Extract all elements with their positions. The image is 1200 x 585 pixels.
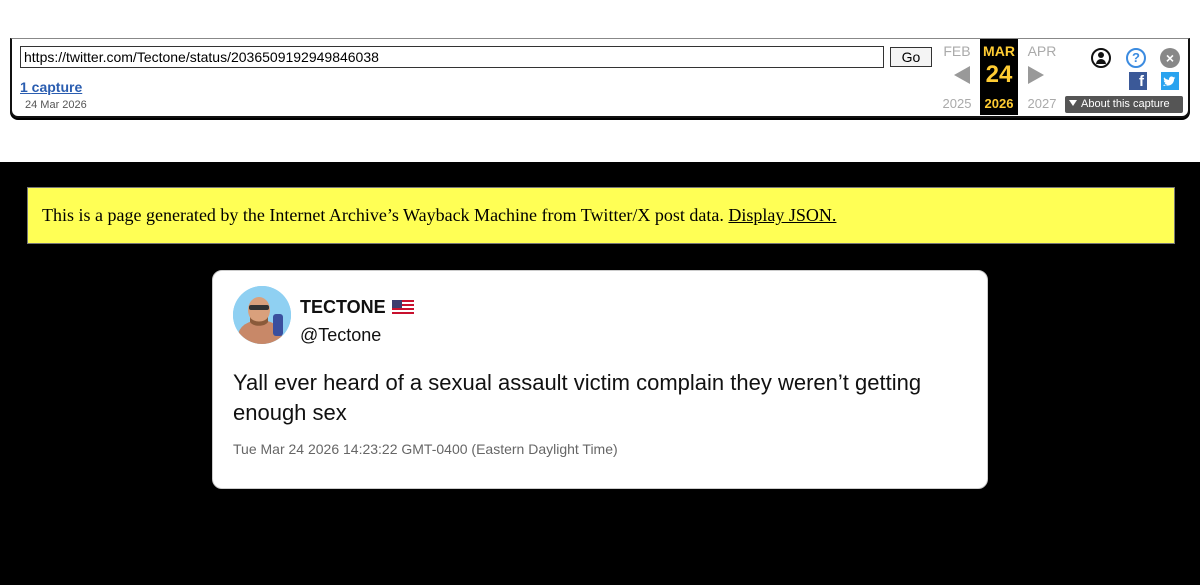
user-handle[interactable]: @Tectone	[300, 325, 381, 346]
avatar[interactable]	[233, 286, 291, 344]
facebook-icon[interactable]: f	[1129, 72, 1147, 90]
user-icon[interactable]	[1091, 48, 1111, 68]
url-input[interactable]	[20, 46, 884, 68]
tweet-text: Yall ever heard of a sexual assault vict…	[233, 370, 922, 425]
go-button[interactable]: Go	[890, 47, 932, 67]
tweet-card: TECTONE @Tectone Yall ever heard of a se…	[212, 270, 988, 489]
next-capture-arrow-icon[interactable]	[1028, 66, 1044, 84]
archive-notice-banner: This is a page generated by the Internet…	[27, 187, 1175, 244]
dropdown-triangle-icon	[1069, 100, 1077, 106]
tweet-timestamp: Tue Mar 24 2026 14:23:22 GMT-0400 (Easte…	[233, 441, 618, 457]
current-year-label: 2026	[984, 96, 1014, 111]
captures-date: 24 Mar 2026	[25, 99, 87, 111]
prev-year-label[interactable]: 2025	[937, 96, 977, 111]
notice-text: This is a page generated by the Internet…	[42, 205, 724, 225]
about-capture-button[interactable]: About this capture	[1065, 96, 1183, 113]
current-day-label: 24	[985, 61, 1013, 88]
us-flag-icon	[391, 298, 414, 314]
twitter-icon[interactable]	[1161, 72, 1179, 90]
about-capture-label: About this capture	[1081, 98, 1170, 110]
wayback-toolbar: Go 1 capture 24 Mar 2026 FEB MAR APR 24 …	[10, 38, 1190, 118]
display-name-text: TECTONE	[300, 297, 386, 317]
display-name[interactable]: TECTONE	[300, 297, 414, 318]
next-month-label[interactable]: APR	[1022, 43, 1062, 59]
next-year-label[interactable]: 2027	[1022, 96, 1062, 111]
current-month-label: MAR	[983, 43, 1015, 59]
display-json-link[interactable]: Display JSON.	[728, 205, 836, 225]
help-icon[interactable]: ?	[1126, 48, 1146, 68]
prev-capture-arrow-icon[interactable]	[954, 66, 970, 84]
captures-link[interactable]: 1 capture	[20, 79, 82, 95]
close-icon[interactable]: ×	[1160, 48, 1180, 68]
prev-month-label[interactable]: FEB	[937, 43, 977, 59]
